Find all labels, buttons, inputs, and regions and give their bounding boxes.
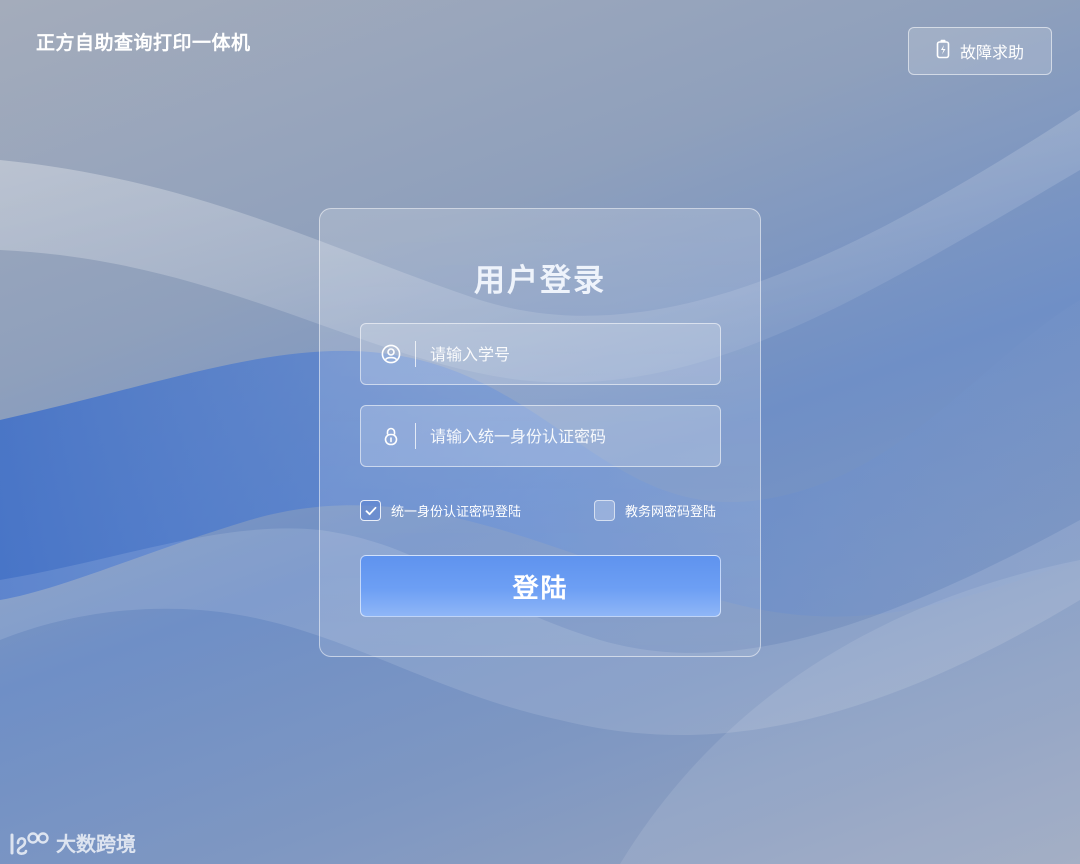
1s0-logo	[10, 831, 49, 855]
password-field	[360, 405, 721, 467]
login-card: 用户登录 统一身份认证密码登陆 教务网密码登陆 登陆	[319, 208, 761, 657]
password-input[interactable]	[416, 406, 720, 466]
help-button-label: 故障求助	[959, 43, 1024, 62]
login-title: 用户登录	[474, 263, 606, 299]
student-id-field	[360, 323, 721, 385]
student-id-input[interactable]	[416, 324, 720, 384]
battery-icon	[936, 39, 950, 63]
academic-login-checkbox[interactable]	[594, 500, 615, 521]
watermark-text: 大数跨境	[56, 832, 136, 856]
academic-login-option[interactable]: 教务网密码登陆	[594, 500, 716, 521]
lock-icon	[361, 426, 421, 446]
login-button[interactable]: 登陆	[360, 555, 721, 617]
checkmark-icon	[365, 506, 376, 515]
sso-login-label: 统一身份认证密码登陆	[391, 505, 522, 520]
academic-login-label: 教务网密码登陆	[625, 505, 717, 520]
help-button[interactable]: 故障求助	[908, 27, 1052, 75]
user-circle-icon	[361, 344, 421, 364]
app-title: 正方自助查询打印一体机	[36, 32, 251, 54]
sso-login-checkbox[interactable]	[360, 500, 381, 521]
sso-login-option[interactable]: 统一身份认证密码登陆	[360, 500, 521, 521]
watermark: 大数跨境	[8, 828, 136, 857]
